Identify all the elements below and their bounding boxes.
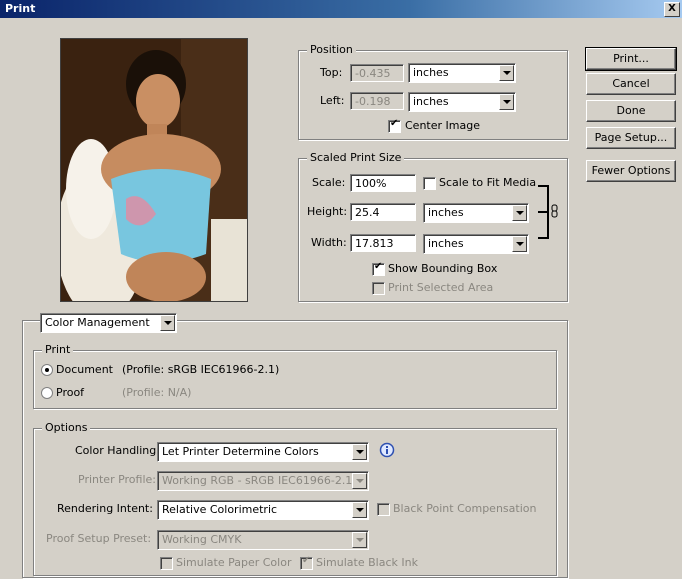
rendering-intent-select[interactable]: Relative Colorimetric xyxy=(157,500,369,520)
width-field[interactable]: 17.813 xyxy=(350,234,416,252)
scale-field[interactable]: 100% xyxy=(350,174,416,192)
simulate-paper-color-label: Simulate Paper Color xyxy=(176,556,292,569)
title-bar: Print xyxy=(0,0,682,18)
scale-label: Scale: xyxy=(312,176,346,189)
rendering-intent-value: Relative Colorimetric xyxy=(162,503,278,516)
close-button[interactable]: X xyxy=(664,2,680,17)
left-label: Left: xyxy=(320,94,345,107)
show-bounding-box-label[interactable]: Show Bounding Box xyxy=(388,261,497,277)
fewer-options-button[interactable]: Fewer Options xyxy=(586,160,676,182)
center-image-checkbox[interactable] xyxy=(388,118,401,133)
chevron-down-icon[interactable] xyxy=(352,444,367,460)
print-selected-area-checkbox[interactable] xyxy=(372,282,385,295)
print-preview-image xyxy=(60,38,248,302)
chevron-down-icon[interactable] xyxy=(499,65,514,81)
options-legend: Options xyxy=(42,421,91,435)
print-source-legend: Print xyxy=(42,343,74,357)
scale-to-fit-checkbox[interactable] xyxy=(423,177,436,190)
height-label: Height: xyxy=(307,205,348,218)
width-unit-select[interactable]: inches xyxy=(423,234,529,254)
printer-profile-label: Printer Profile: xyxy=(78,473,156,486)
height-unit-value: inches xyxy=(428,206,464,219)
simulate-paper-color-checkbox[interactable] xyxy=(160,557,173,570)
cancel-button[interactable]: Cancel xyxy=(586,73,676,95)
top-unit-select[interactable]: inches xyxy=(408,63,516,83)
width-label: Width: xyxy=(311,236,347,249)
printer-profile-value: Working RGB - sRGB IEC61966-2.1 xyxy=(162,474,353,487)
done-button[interactable]: Done xyxy=(586,100,676,122)
top-field[interactable]: -0.435 xyxy=(350,64,404,82)
proof-setup-preset-label: Proof Setup Preset: xyxy=(46,532,152,545)
scale-to-fit-label[interactable]: Scale to Fit Media xyxy=(439,175,536,191)
color-handling-label: Color Handling: xyxy=(75,444,160,457)
left-field[interactable]: -0.198 xyxy=(350,92,404,110)
show-bounding-box-checkbox[interactable] xyxy=(372,261,385,276)
rendering-intent-label: Rendering Intent: xyxy=(57,502,153,515)
proof-setup-preset-select[interactable]: Working CMYK xyxy=(157,530,369,550)
color-handling-select[interactable]: Let Printer Determine Colors xyxy=(157,442,369,462)
scaled-print-size-legend: Scaled Print Size xyxy=(307,151,405,165)
position-legend: Position xyxy=(307,43,356,57)
simulate-black-ink-label: Simulate Black Ink xyxy=(316,556,418,569)
print-button[interactable]: Print... xyxy=(585,47,677,71)
document-radio[interactable] xyxy=(41,364,53,376)
height-unit-select[interactable]: inches xyxy=(423,203,529,223)
top-unit-value: inches xyxy=(413,66,449,79)
chevron-down-icon[interactable] xyxy=(512,236,527,252)
document-label[interactable]: Document xyxy=(56,362,113,378)
top-label: Top: xyxy=(320,66,343,79)
document-profile: (Profile: sRGB IEC61966-2.1) xyxy=(122,363,280,376)
chevron-down-icon[interactable] xyxy=(512,205,527,221)
window-title: Print xyxy=(5,2,36,15)
proportion-bracket xyxy=(538,185,549,239)
proof-label[interactable]: Proof xyxy=(56,385,84,401)
chevron-down-icon[interactable] xyxy=(352,473,367,489)
simulate-black-ink-checkbox[interactable] xyxy=(300,555,313,570)
color-management-select[interactable]: Color Management xyxy=(40,313,177,333)
printer-profile-select[interactable]: Working RGB - sRGB IEC61966-2.1 xyxy=(157,471,369,491)
chain-link-icon[interactable] xyxy=(551,204,559,218)
proof-profile: (Profile: N/A) xyxy=(122,386,192,399)
chevron-down-icon[interactable] xyxy=(352,502,367,518)
left-unit-select[interactable]: inches xyxy=(408,92,516,112)
proof-setup-preset-value: Working CMYK xyxy=(162,533,242,546)
color-handling-value: Let Printer Determine Colors xyxy=(162,445,319,458)
info-icon[interactable] xyxy=(379,442,395,458)
center-image-label[interactable]: Center Image xyxy=(405,118,480,134)
print-selected-area-label: Print Selected Area xyxy=(388,281,494,294)
print-source-group: Print xyxy=(33,343,557,409)
width-unit-value: inches xyxy=(428,237,464,250)
preview-photo-graphic xyxy=(61,39,247,301)
black-point-compensation-checkbox[interactable] xyxy=(377,503,390,516)
chevron-down-icon[interactable] xyxy=(160,315,175,331)
left-unit-value: inches xyxy=(413,95,449,108)
chevron-down-icon[interactable] xyxy=(499,94,514,110)
color-management-value: Color Management xyxy=(45,316,150,329)
chevron-down-icon[interactable] xyxy=(352,532,367,548)
black-point-compensation-label: Black Point Compensation xyxy=(393,502,537,515)
page-setup-button[interactable]: Page Setup... xyxy=(586,127,676,149)
proof-radio[interactable] xyxy=(41,387,53,399)
height-field[interactable]: 25.4 xyxy=(350,203,416,221)
